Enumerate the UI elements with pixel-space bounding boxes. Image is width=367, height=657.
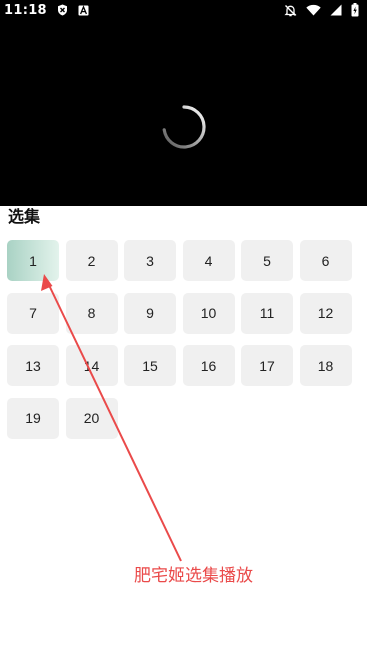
episode-button-12[interactable]: 12 bbox=[299, 292, 352, 334]
status-time: 11:18 bbox=[4, 2, 47, 18]
episode-button-11[interactable]: 11 bbox=[241, 292, 293, 334]
episode-button-1[interactable]: 1 bbox=[7, 240, 59, 281]
episode-button-5[interactable]: 5 bbox=[241, 240, 293, 281]
a-badge-icon bbox=[78, 4, 89, 16]
episode-button-15[interactable]: 15 bbox=[124, 345, 176, 386]
episode-button-3[interactable]: 3 bbox=[124, 240, 176, 281]
episode-button-17[interactable]: 17 bbox=[241, 345, 293, 386]
wifi-icon bbox=[306, 4, 321, 16]
status-bar: 11:18 bbox=[0, 0, 367, 20]
loading-spinner-icon bbox=[162, 105, 206, 149]
bell-off-icon bbox=[284, 4, 297, 17]
episode-button-19[interactable]: 19 bbox=[7, 397, 59, 439]
episode-button-20[interactable]: 20 bbox=[65, 397, 118, 439]
episode-button-2[interactable]: 2 bbox=[65, 240, 118, 281]
episode-button-16[interactable]: 16 bbox=[182, 345, 235, 386]
episode-button-18[interactable]: 18 bbox=[299, 345, 352, 386]
episode-button-10[interactable]: 10 bbox=[182, 292, 235, 334]
episode-button-7[interactable]: 7 bbox=[7, 292, 59, 334]
episode-button-14[interactable]: 14 bbox=[65, 345, 118, 386]
episode-grid: 1 2 3 4 5 6 7 8 9 10 11 12 13 14 15 16 17 18 19 20 bbox=[7, 240, 360, 439]
episode-button-13[interactable]: 13 bbox=[7, 345, 59, 386]
annotation-label: 肥宅姬选集播放 bbox=[134, 566, 253, 586]
battery-charging-icon bbox=[351, 3, 359, 17]
episode-button-4[interactable]: 4 bbox=[182, 240, 235, 281]
episode-button-6[interactable]: 6 bbox=[299, 240, 352, 281]
status-right bbox=[284, 3, 359, 17]
episodes-title: 选集 bbox=[8, 207, 41, 226]
video-player[interactable] bbox=[0, 20, 367, 206]
status-left: 11:18 bbox=[4, 3, 89, 18]
episode-button-8[interactable]: 8 bbox=[65, 292, 118, 334]
signal-icon bbox=[330, 4, 342, 16]
shield-icon bbox=[57, 4, 68, 16]
episode-button-9[interactable]: 9 bbox=[124, 292, 176, 334]
